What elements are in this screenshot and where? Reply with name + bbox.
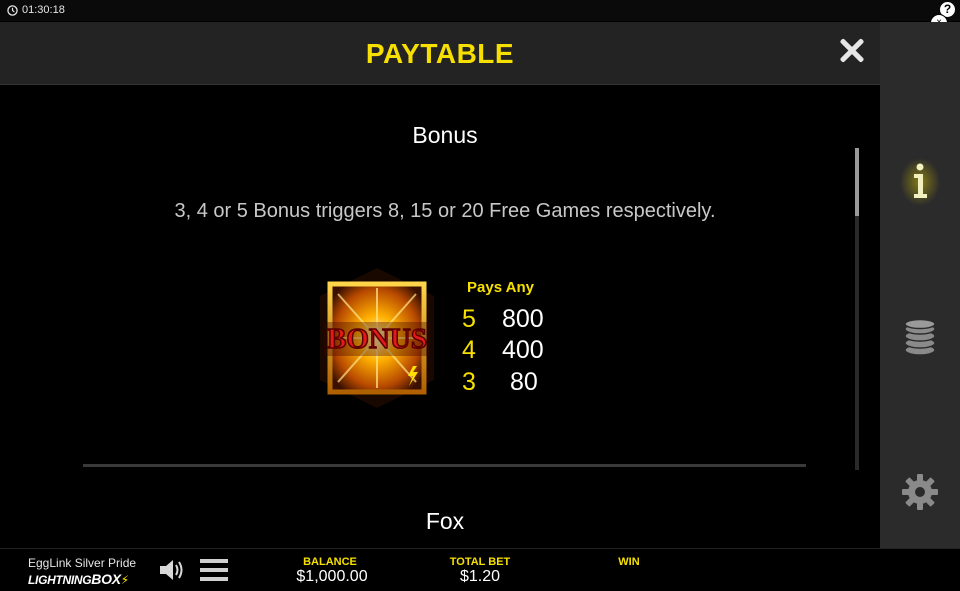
pay-row: 5 800	[462, 305, 562, 335]
pays-any-label: Pays Any	[467, 279, 534, 296]
section-divider	[83, 464, 806, 467]
clock-time: 01:30:18	[22, 4, 65, 16]
status-bar: 01:30:18 ?	[0, 0, 960, 21]
brand-light: LIGHTNING	[28, 573, 92, 587]
total-bet-label: TOTAL BET	[449, 556, 511, 568]
sound-icon[interactable]	[158, 558, 186, 582]
bet-settings-button[interactable]	[880, 308, 960, 368]
gear-icon	[902, 474, 938, 510]
total-bet-value: $1.20	[459, 568, 501, 585]
balance-label: BALANCE	[303, 556, 357, 568]
close-icon[interactable]	[834, 32, 870, 68]
clock-icon	[7, 4, 18, 16]
balance-value: $1,000.00	[296, 568, 368, 585]
panel-header: PAYTABLE	[0, 22, 880, 85]
pay-row: 3 80	[462, 368, 562, 398]
lightning-bolt-icon: ⚡	[120, 573, 129, 587]
scrollbar-thumb[interactable]	[855, 148, 859, 216]
page-title: PAYTABLE	[365, 38, 515, 69]
pay-count: 4	[462, 336, 476, 364]
bonus-symbol-icon: BONUS	[320, 268, 434, 408]
pay-count: 5	[462, 305, 476, 333]
paytable-panel: PAYTABLE Bonus 3, 4 or 5 Bonus triggers …	[0, 22, 880, 548]
menu-icon[interactable]	[200, 559, 228, 581]
pay-value: 80	[510, 368, 538, 396]
game-name: EggLink Silver Pride	[28, 556, 137, 570]
pay-value: 800	[502, 305, 544, 333]
bonus-description: 3, 4 or 5 Bonus triggers 8, 15 or 20 Fre…	[174, 200, 716, 222]
pay-row: 4 400	[462, 336, 562, 366]
info-button[interactable]	[880, 152, 960, 212]
brand-bold: BOX	[91, 571, 121, 587]
brand-logo: LIGHTNINGBOX⚡	[28, 571, 129, 587]
info-icon	[900, 158, 940, 206]
section-title-bonus: Bonus	[412, 122, 478, 148]
bonus-symbol-label: BONUS	[327, 323, 427, 355]
win-label: WIN	[618, 556, 640, 568]
settings-button[interactable]	[880, 462, 960, 522]
bottom-bar: EggLink Silver Pride LIGHTNINGBOX⚡ BALAN…	[0, 548, 960, 591]
coins-icon	[904, 319, 936, 356]
pay-value: 400	[502, 336, 544, 364]
clock: 01:30:18	[7, 4, 65, 16]
pay-count: 3	[462, 368, 476, 396]
side-menu	[880, 22, 960, 548]
section-title-fox: Fox	[425, 508, 465, 534]
